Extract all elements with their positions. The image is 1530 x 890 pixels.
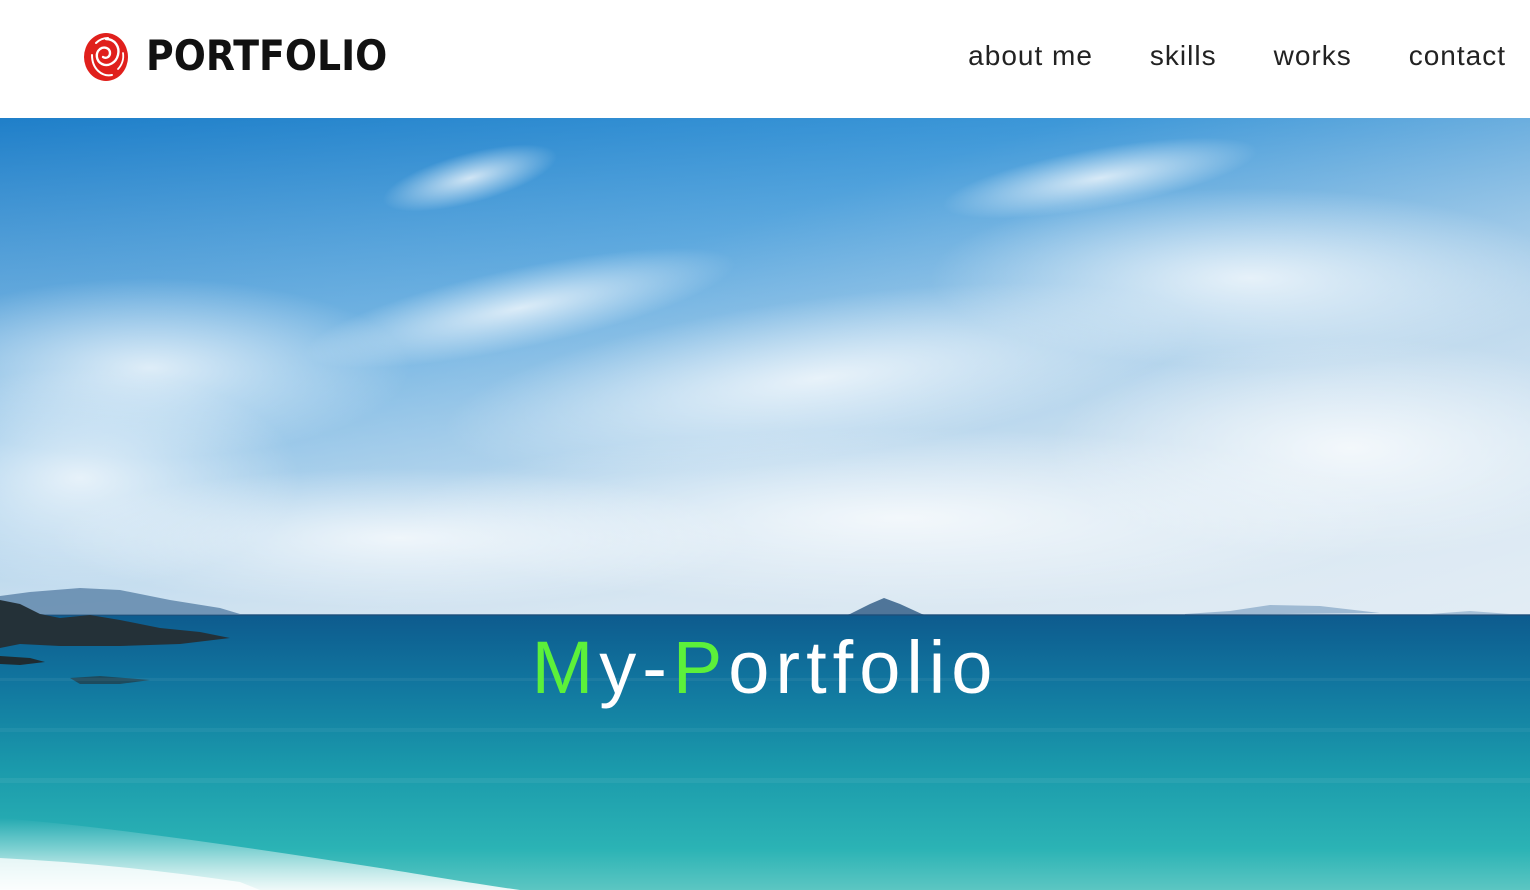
main-nav: about me skills works contact xyxy=(968,36,1506,76)
nav-works[interactable]: works xyxy=(1274,40,1352,72)
hero-title-accent-p: P xyxy=(672,626,729,709)
hero-title-text-1: y- xyxy=(599,626,673,709)
nav-contact[interactable]: contact xyxy=(1409,40,1506,72)
nav-about-me[interactable]: about me xyxy=(968,40,1093,72)
hero-title: My-Portfolio xyxy=(0,628,1530,708)
hero-title-text-2: ortfolio xyxy=(728,626,999,709)
hero-title-accent-m: M xyxy=(531,626,600,709)
hero-section: My-Portfolio xyxy=(0,118,1530,890)
nav-skills[interactable]: skills xyxy=(1150,40,1217,72)
rose-icon xyxy=(84,33,128,81)
logo-text: PORTFOLIO xyxy=(146,31,388,80)
hero-background-image xyxy=(0,118,1530,890)
site-header: PORTFOLIO about me skills works contact xyxy=(0,0,1530,118)
site-logo[interactable]: PORTFOLIO xyxy=(82,28,414,84)
